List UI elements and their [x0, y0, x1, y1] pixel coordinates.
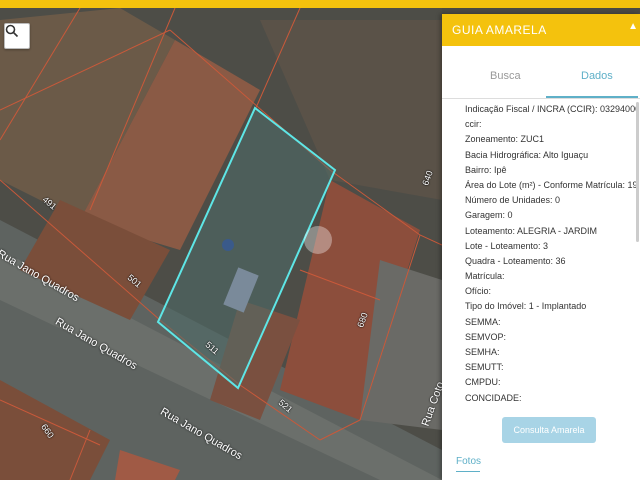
field-semvop: SEMVOP: [465, 331, 507, 342]
field-oficio: Ofício: [465, 286, 492, 297]
field-semha: SEMHA: [465, 347, 500, 357]
field-quadra-loteamento: Quadra - Loteamento: 36 [465, 255, 566, 266]
chevron-up-icon[interactable]: ▲ [628, 21, 638, 32]
field-bacia-hidrografica: Bacia Hidrográfica: Alto Iguaçu [465, 149, 589, 160]
fotos-section-label[interactable]: Fotos [456, 456, 481, 467]
field-ccir: ccir: [465, 119, 482, 130]
map-imagery [0, 8, 442, 480]
field-cmpdu: CMPDU: [465, 377, 501, 388]
field-indicacao-fiscal: Indicação Fiscal / INCRA (CCIR): 0329400… [465, 104, 637, 114]
tab-busca[interactable]: Busca [490, 70, 521, 82]
field-semutt: SEMUTT: [465, 362, 504, 373]
consulta-amarela-button[interactable]: Consulta Amarela [502, 417, 596, 443]
fotos-underline [456, 471, 480, 472]
property-details-list: Indicação Fiscal / INCRA (CCIR): 0329400… [465, 102, 637, 406]
field-lote-loteamento: Lote - Loteamento: 3 [465, 240, 549, 251]
map-search-button[interactable] [4, 23, 30, 49]
field-area-lote: Área do Lote (m²) - Conforme Matrícula: … [465, 179, 637, 190]
field-tipo-imovel: Tipo do Imóvel: 1 - Implantado [465, 301, 587, 312]
details-scrollbar[interactable] [636, 102, 639, 242]
active-tab-indicator [546, 96, 638, 98]
field-semma: SEMMA: [465, 316, 501, 327]
field-matricula: Matrícula: [465, 271, 505, 282]
field-bairro: Bairro: Ipê [465, 164, 507, 175]
aerial-map[interactable]: 491 501 511 521 680 640 660 Rua Jano Qua… [0, 8, 442, 480]
field-zoneamento: Zoneamento: ZUC1 [465, 134, 545, 145]
field-loteamento: Loteamento: ALEGRIA - JARDIM [465, 225, 598, 236]
tab-divider [442, 98, 640, 99]
field-numero-unidades: Número de Unidades: 0 [465, 195, 561, 206]
tab-dados[interactable]: Dados [581, 70, 613, 82]
field-concidade: CONCIDADE: [465, 392, 522, 403]
panel-header: GUIA AMARELA ▲ [442, 14, 640, 46]
search-icon [5, 24, 19, 38]
panel-title: GUIA AMARELA [452, 23, 547, 37]
field-garagem: Garagem: 0 [465, 210, 513, 221]
top-accent-bar [0, 0, 640, 8]
guia-amarela-panel: GUIA AMARELA ▲ Busca Dados Indicação Fis… [442, 14, 640, 480]
